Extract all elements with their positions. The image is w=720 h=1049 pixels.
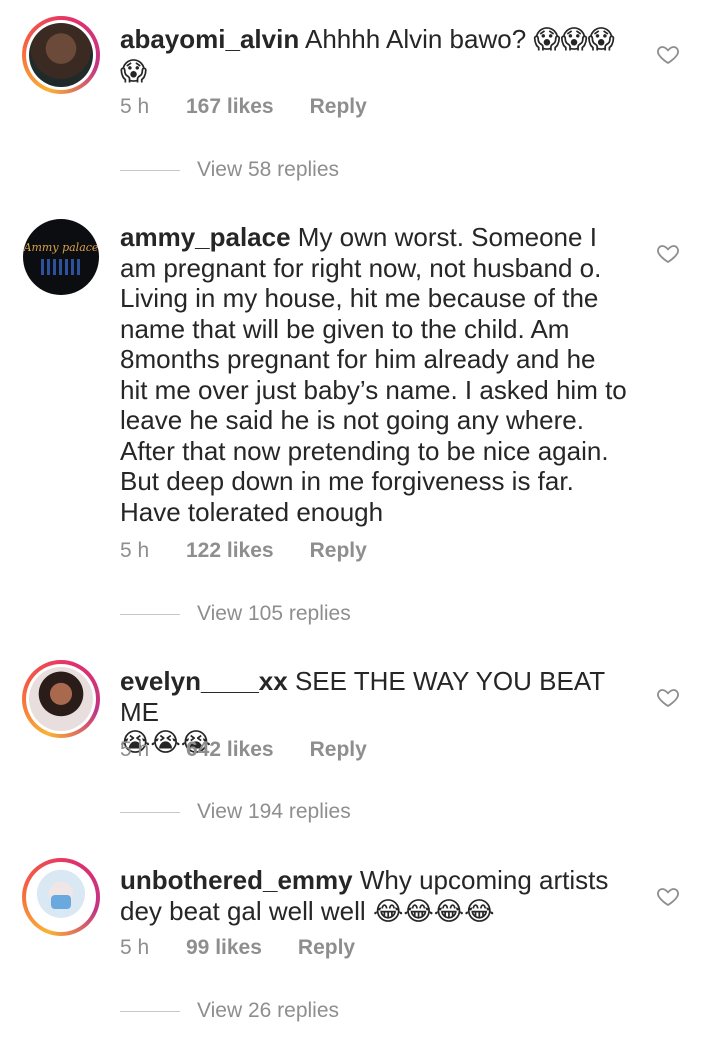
avatar-logo-graphic: [41, 259, 81, 275]
likes-count[interactable]: 122 likes: [186, 539, 274, 563]
comment-meta: 5 h 122 likes Reply: [120, 539, 367, 563]
heart-icon[interactable]: [656, 241, 680, 265]
reply-button[interactable]: Reply: [310, 95, 367, 119]
divider: [120, 169, 180, 171]
avatar-story-ring[interactable]: [22, 16, 100, 94]
comment-emoji: 😂😂😂😂: [372, 896, 495, 927]
avatar-wrapper[interactable]: Ammy palace: [22, 218, 100, 296]
avatar: [29, 667, 93, 731]
avatar-story-ring[interactable]: [22, 858, 100, 936]
comment-meta: 5 h 167 likes Reply: [120, 95, 367, 119]
comment-time: 5 h: [120, 936, 150, 959]
comment-username[interactable]: ammy_palace: [120, 222, 291, 252]
avatar-story-ring[interactable]: [22, 660, 100, 738]
heart-icon[interactable]: [656, 685, 680, 709]
heart-icon[interactable]: [656, 42, 680, 66]
comment-text: abayomi_alvin Ahhhh Alvin bawo? 😱😱😱😱: [120, 24, 630, 87]
avatar: Ammy palace: [23, 219, 99, 295]
avatar-logo: Ammy palace: [23, 241, 99, 254]
comment-meta: 5 h 99 likes Reply: [120, 936, 355, 960]
view-replies-label: View 58 replies: [197, 158, 340, 181]
likes-count[interactable]: 167 likes: [186, 95, 274, 119]
comment-time: 5 h: [120, 738, 150, 761]
avatar: [29, 865, 93, 929]
view-replies-button[interactable]: View 26 replies: [120, 999, 339, 1023]
comment-username[interactable]: evelyn____xx: [120, 666, 288, 696]
comment-body: My own worst. Someone I am pregnant for …: [120, 222, 627, 527]
view-replies-label: View 26 replies: [197, 999, 340, 1022]
reply-button[interactable]: Reply: [310, 539, 367, 563]
comment-username[interactable]: unbothered_emmy: [120, 865, 353, 895]
comment-time: 5 h: [120, 95, 150, 118]
view-replies-label: View 105 replies: [197, 602, 351, 625]
view-replies-button[interactable]: View 58 replies: [120, 158, 339, 182]
comment-body: Ahhhh Alvin bawo?: [305, 24, 527, 54]
view-replies-button[interactable]: View 194 replies: [120, 800, 351, 824]
divider: [120, 613, 180, 615]
comment-username[interactable]: abayomi_alvin: [120, 24, 299, 54]
comment-meta: 5 h 642 likes Reply: [120, 738, 367, 762]
divider: [120, 811, 180, 813]
comment-text: ammy_palace My own worst. Someone I am p…: [120, 222, 630, 527]
comment-time: 5 h: [120, 539, 150, 562]
divider: [120, 1010, 180, 1012]
likes-count[interactable]: 99 likes: [186, 936, 262, 960]
comment-text: unbothered_emmy Why upcoming artists dey…: [120, 865, 630, 927]
view-replies-label: View 194 replies: [197, 800, 351, 823]
heart-icon[interactable]: [656, 884, 680, 908]
reply-button[interactable]: Reply: [298, 936, 355, 960]
avatar: [29, 23, 93, 87]
likes-count[interactable]: 642 likes: [186, 738, 274, 762]
reply-button[interactable]: Reply: [310, 738, 367, 762]
view-replies-button[interactable]: View 105 replies: [120, 602, 351, 626]
